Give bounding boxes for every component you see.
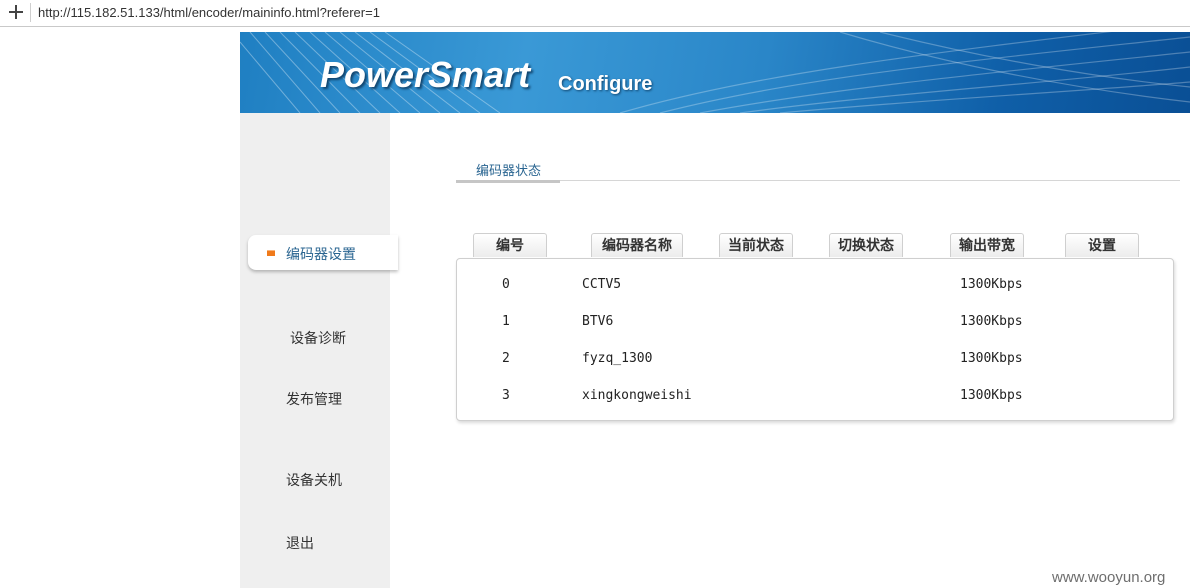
- sidebar-item-publish-management[interactable]: 发布管理: [286, 389, 342, 409]
- brand-logo-text: PowerSmart: [320, 54, 531, 95]
- header-banner: PowerSmart Configure: [240, 32, 1190, 113]
- url-input[interactable]: http://115.182.51.133/html/encoder/maini…: [38, 5, 380, 20]
- encoder-status-table: [456, 258, 1174, 421]
- sidebar-item-device-shutdown[interactable]: 设备关机: [286, 470, 342, 490]
- column-header-current-status: 当前状态: [719, 233, 793, 257]
- sidebar: [240, 113, 390, 588]
- table-row-2-id: 2: [502, 351, 510, 366]
- table-row-3-bandwidth: 1300Kbps: [960, 388, 1023, 403]
- table-row-0-name: CCTV5: [582, 277, 622, 292]
- table-row-1-bandwidth: 1300Kbps: [960, 314, 1023, 329]
- table-row-2-bandwidth: 1300Kbps: [960, 351, 1023, 366]
- watermark-text: www.wooyun.org: [1052, 569, 1166, 586]
- table-row-0-bandwidth: 1300Kbps: [960, 277, 1023, 292]
- column-header-output-bandwidth: 输出带宽: [950, 233, 1024, 257]
- tab-active-underline: [456, 180, 560, 183]
- tab-divider: [456, 180, 1180, 181]
- sidebar-item-device-diagnosis[interactable]: 设备诊断: [290, 328, 346, 348]
- table-row-3-id: 3: [502, 388, 510, 403]
- table-row-3-name: xingkongweishi: [582, 388, 692, 403]
- table-row-1-name: BTV6: [582, 314, 614, 329]
- sidebar-item-encoder-settings-label[interactable]: 编码器设置: [286, 244, 356, 264]
- table-row-1-id: 1: [502, 314, 510, 329]
- new-tab-plus-icon[interactable]: [7, 3, 25, 21]
- sidebar-item-logout[interactable]: 退出: [286, 533, 314, 553]
- column-header-encoder-name: 编码器名称: [591, 233, 683, 257]
- column-header-id: 编号: [473, 233, 547, 257]
- tab-encoder-status[interactable]: 编码器状态: [476, 160, 541, 179]
- active-bullet-icon: [267, 250, 275, 256]
- column-header-settings: 设置: [1065, 233, 1139, 257]
- column-header-switch-status: 切换状态: [829, 233, 903, 257]
- address-bar: http://115.182.51.133/html/encoder/maini…: [0, 0, 1190, 27]
- table-row-0-id: 0: [502, 277, 510, 292]
- address-bar-divider: [30, 3, 31, 22]
- brand-subtitle: Configure: [558, 73, 653, 95]
- table-row-2-name: fyzq_1300: [582, 351, 653, 366]
